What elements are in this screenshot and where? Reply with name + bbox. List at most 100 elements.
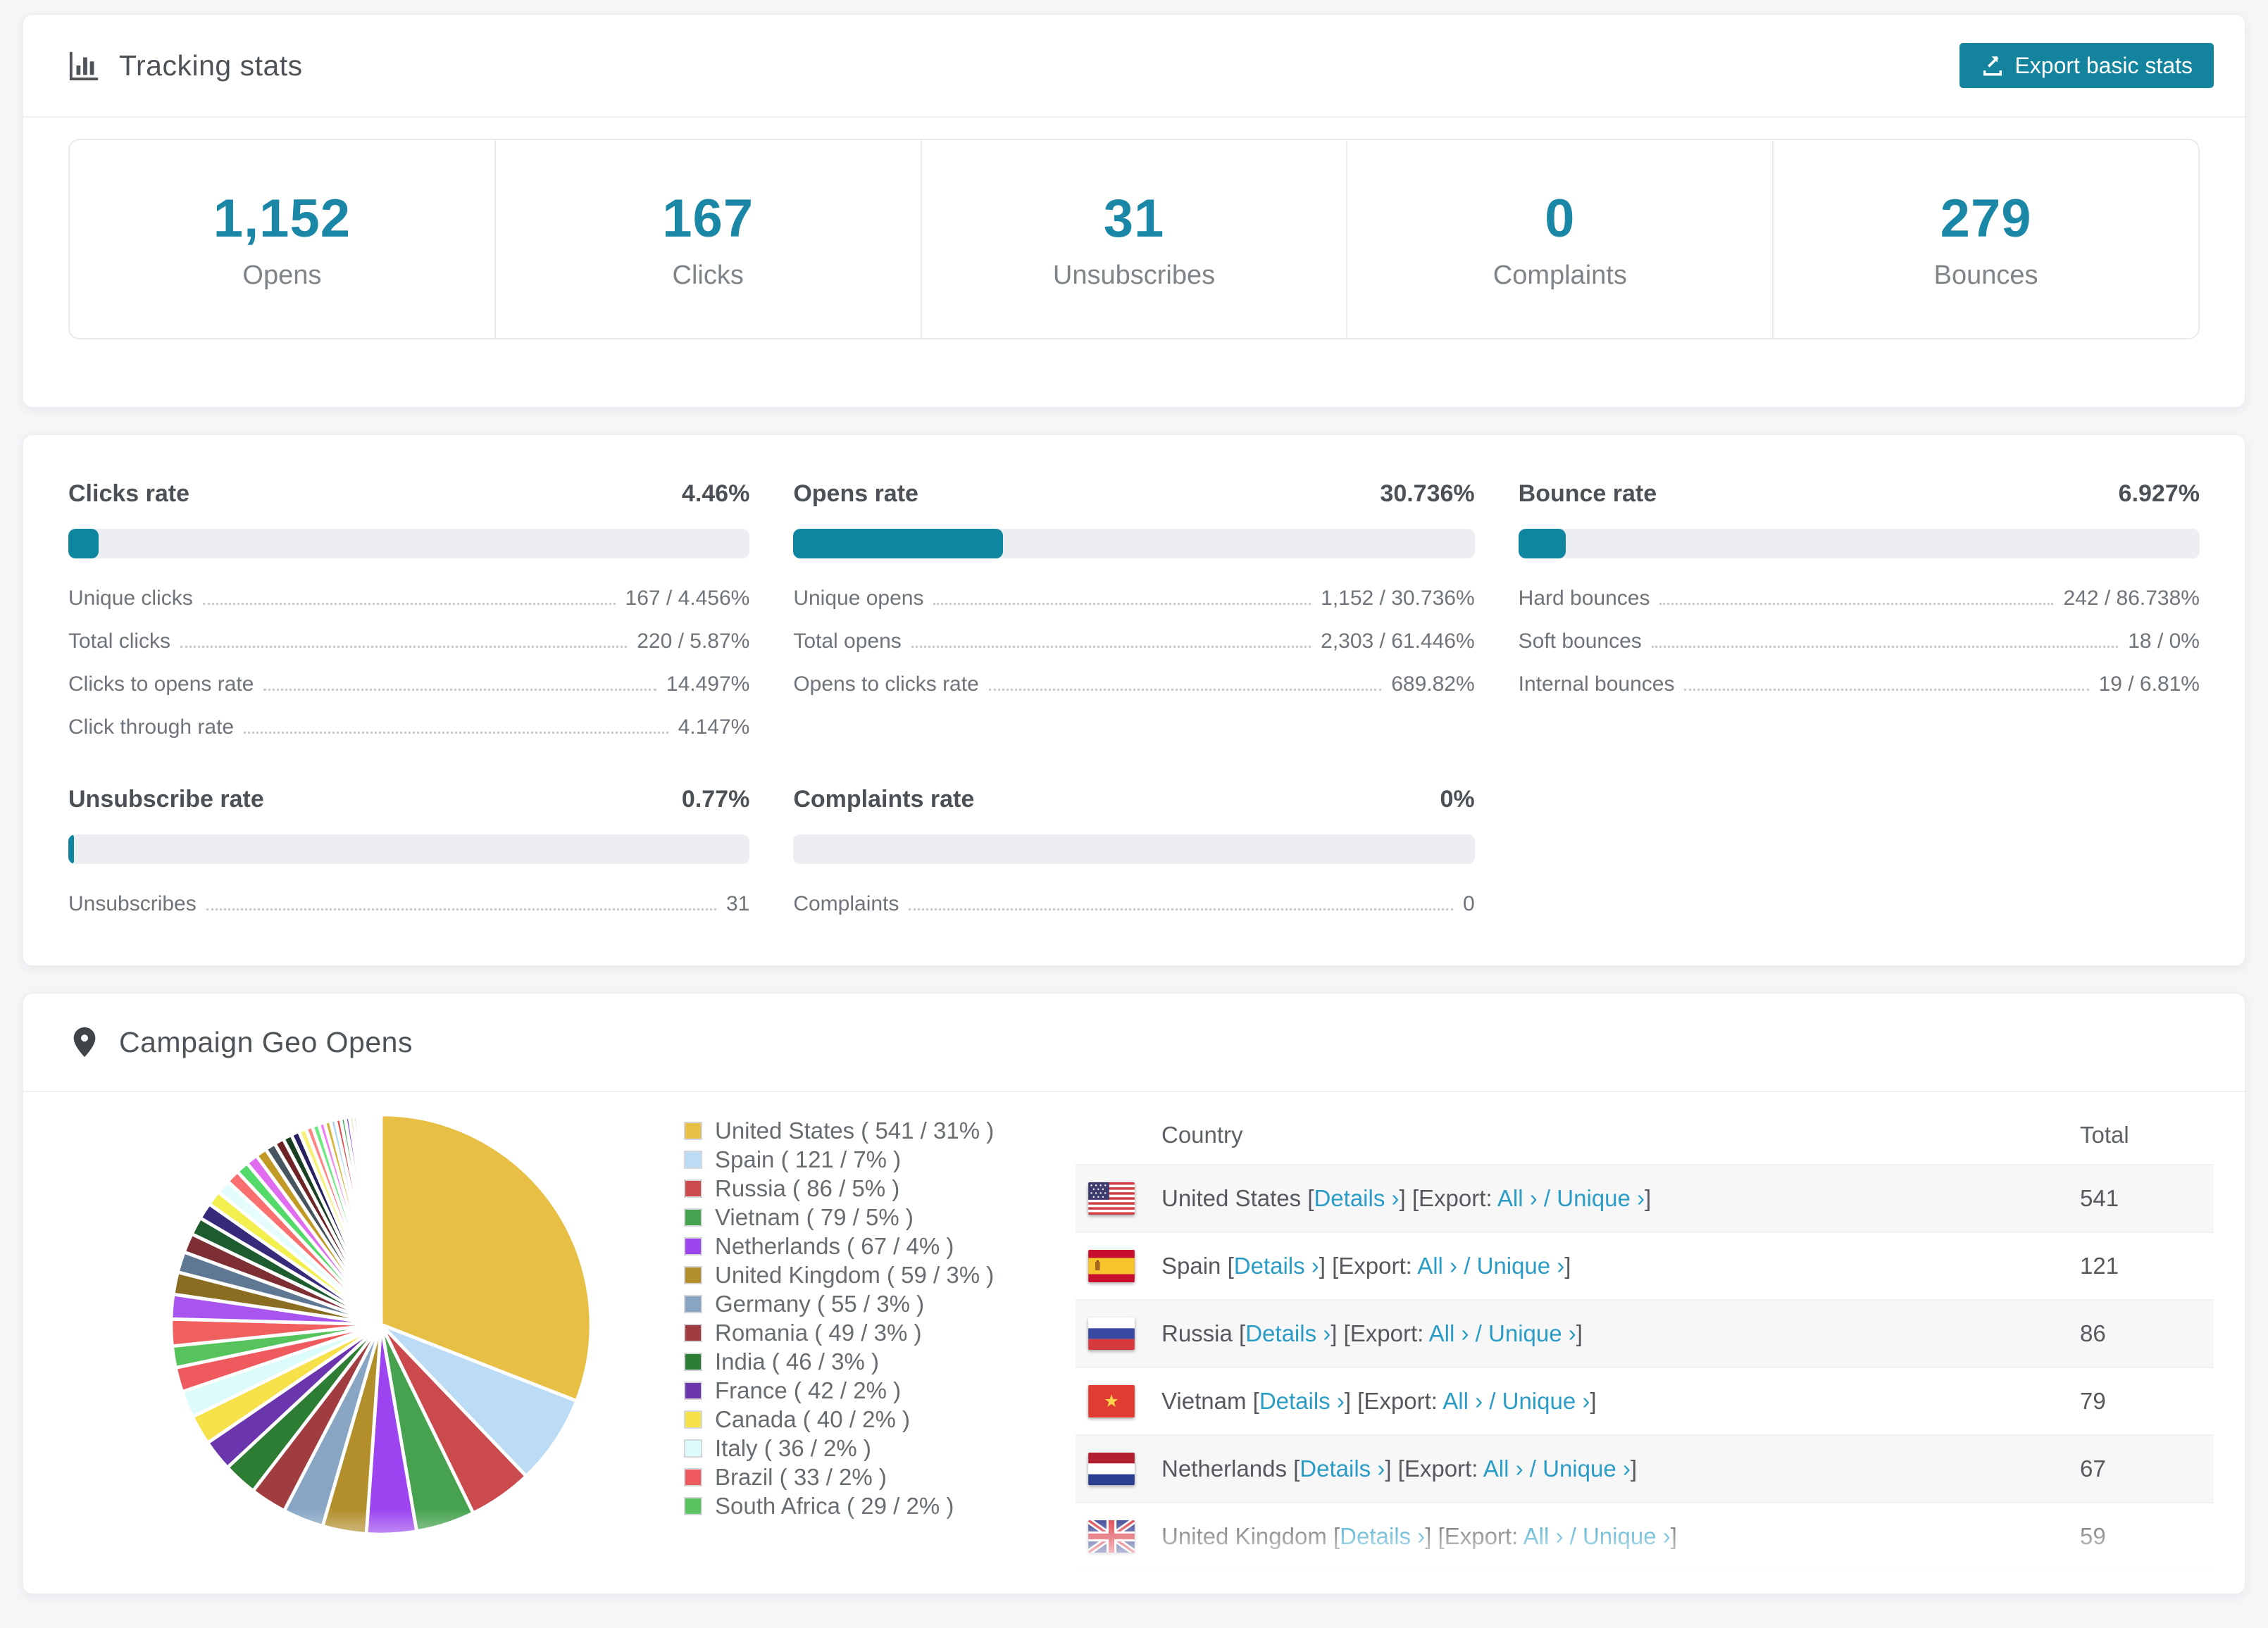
stat-label: Opens — [242, 260, 322, 290]
country-links: United States [Details ›] [Export: All ›… — [1161, 1185, 1651, 1212]
country-name: Germany — [1161, 1591, 1257, 1593]
legend-item-south-africa: South Africa ( 29 / 2% ) — [684, 1491, 1076, 1520]
rate-value: 0.77% — [681, 786, 750, 813]
stat-label: Unsubscribes — [1052, 260, 1216, 290]
rate-row-value: 0 — [1462, 892, 1475, 915]
legend-label: France ( 42 / 2% ) — [715, 1377, 902, 1403]
dotted-leader — [202, 603, 616, 605]
details-link[interactable]: Details › — [1234, 1253, 1319, 1279]
slash: / — [1483, 1388, 1502, 1414]
country-name: United Kingdom — [1161, 1523, 1327, 1549]
rate-value: 6.927% — [2118, 480, 2200, 507]
export-unique-link[interactable]: Unique › — [1557, 1185, 1645, 1211]
dotted-leader — [933, 603, 1311, 605]
export-unique-link[interactable]: Unique › — [1583, 1523, 1671, 1549]
dotted-leader — [1684, 689, 2089, 691]
rate-panel-clicks-rate: Clicks rate 4.46% Unique clicks 167 / 4.456… — [68, 480, 750, 739]
rate-progress-fill — [793, 529, 1003, 558]
export-all-link[interactable]: All › — [1483, 1455, 1524, 1482]
legend-item-united-kingdom: United Kingdom ( 59 / 3% ) — [684, 1260, 1076, 1289]
rate-title-row: Clicks rate 4.46% — [68, 480, 749, 508]
country-cell: Russia [Details ›] [Export: All › / Uniq… — [1076, 1317, 2080, 1350]
legend-swatch — [684, 1294, 702, 1313]
details-link[interactable]: Details › — [1340, 1523, 1425, 1549]
export-all-link[interactable]: All › — [1497, 1185, 1538, 1211]
legend-label: United States ( 541 / 31% ) — [715, 1117, 995, 1144]
export-unique-link[interactable]: Unique › — [1543, 1455, 1631, 1482]
dotted-leader — [1651, 646, 2119, 648]
legend-label: Italy ( 36 / 2% ) — [715, 1434, 871, 1461]
export-icon — [1983, 56, 2002, 76]
country-name: Russia — [1161, 1320, 1233, 1346]
details-link[interactable]: Details › — [1259, 1388, 1345, 1414]
rate-row-value: 689.82% — [1391, 672, 1475, 696]
stat-value: 0 — [1545, 188, 1576, 249]
country-links: Russia [Details ›] [Export: All › / Uniq… — [1161, 1320, 1583, 1347]
dotted-leader — [911, 646, 1311, 648]
details-link[interactable]: Details › — [1270, 1591, 1355, 1593]
dotted-leader — [263, 689, 656, 691]
rate-row: Opens to clicks rate 689.82% — [793, 672, 1474, 696]
export-unique-link[interactable]: Unique › — [1513, 1591, 1601, 1593]
rate-row: Total opens 2,303 / 61.446% — [793, 630, 1474, 653]
bracket: ] [ — [1385, 1455, 1404, 1482]
export-all-link[interactable]: All › — [1417, 1253, 1457, 1279]
stat-cell-opens: 1,152 Opens — [70, 140, 494, 338]
rate-title: Unsubscribe rate — [68, 786, 264, 813]
rate-progress-track — [68, 834, 750, 864]
table-row-vietnam: Vietnam [Details ›] [Export: All › / Uni… — [1076, 1367, 2214, 1434]
export-unique-link[interactable]: Unique › — [1502, 1388, 1590, 1414]
export-all-link[interactable]: All › — [1524, 1523, 1564, 1549]
details-link[interactable]: Details › — [1314, 1185, 1399, 1211]
dotted-leader — [1659, 603, 2054, 605]
column-header-country: Country — [1161, 1122, 1243, 1148]
rate-row-value: 1,152 / 30.736% — [1321, 587, 1475, 610]
table-header-row: Country Total — [1076, 1106, 2214, 1164]
rate-row-value: 31 — [725, 892, 750, 915]
export-unique-link[interactable]: Unique › — [1488, 1320, 1576, 1346]
country-cell: United Kingdom [Details ›] [Export: All … — [1076, 1520, 2080, 1553]
rate-row: Unsubscribes 31 — [68, 892, 749, 916]
export-all-link[interactable]: All › — [1454, 1591, 1494, 1593]
pie-chart-svg — [169, 1113, 593, 1536]
legend-item-germany: Germany ( 55 / 3% ) — [684, 1289, 1076, 1318]
table-row-russia: Russia [Details ›] [Export: All › / Uniq… — [1076, 1299, 2214, 1367]
rate-title: Opens rate — [793, 480, 918, 507]
total-cell: 121 — [2080, 1253, 2119, 1279]
bracket: ] [ — [1399, 1185, 1419, 1211]
country-cell: Germany [Details ›] [Export: All › / Uni… — [1076, 1588, 2080, 1593]
stat-label: Clicks — [672, 260, 744, 290]
bracket: [ — [1264, 1591, 1270, 1593]
legend-label: United Kingdom ( 59 / 3% ) — [715, 1261, 995, 1288]
dotted-leader — [244, 732, 668, 734]
slash: / — [1469, 1320, 1489, 1346]
legend-item-spain: Spain ( 121 / 7% ) — [684, 1145, 1076, 1174]
export-prefix: Export: — [1338, 1253, 1412, 1279]
export-basic-stats-button[interactable]: Export basic stats — [1959, 43, 2214, 88]
bracket: ] [ — [1425, 1523, 1445, 1549]
bracket: ] [ — [1344, 1388, 1364, 1414]
country-name: Vietnam — [1161, 1388, 1247, 1414]
rates-grid: Clicks rate 4.46% Unique clicks 167 / 4.456… — [68, 480, 2200, 916]
rate-row-value: 220 / 5.87% — [637, 630, 750, 653]
country-cell: Netherlands [Details ›] [Export: All › /… — [1076, 1453, 2080, 1485]
country-links: Spain [Details ›] [Export: All › / Uniqu… — [1161, 1253, 1571, 1279]
bar-chart-icon — [69, 51, 99, 81]
tracking-stats-header: Tracking stats Export basic stats — [23, 15, 2245, 118]
bracket: ] — [1576, 1320, 1583, 1346]
legend-swatch — [684, 1208, 702, 1227]
export-prefix: Export: — [1350, 1320, 1424, 1346]
slash: / — [1563, 1523, 1583, 1549]
export-prefix: Export: — [1404, 1455, 1478, 1482]
rate-row-label: Clicks to opens rate — [68, 672, 254, 696]
legend-swatch — [684, 1352, 702, 1371]
export-all-link[interactable]: All › — [1429, 1320, 1469, 1346]
export-unique-link[interactable]: Unique › — [1477, 1253, 1565, 1279]
legend-swatch — [684, 1236, 702, 1256]
details-link[interactable]: Details › — [1300, 1455, 1385, 1482]
total-cell: 541 — [2080, 1185, 2119, 1211]
slash: / — [1493, 1591, 1513, 1593]
details-link[interactable]: Details › — [1245, 1320, 1331, 1346]
export-all-link[interactable]: All › — [1443, 1388, 1483, 1414]
legend-label: Romania ( 49 / 3% ) — [715, 1319, 922, 1346]
